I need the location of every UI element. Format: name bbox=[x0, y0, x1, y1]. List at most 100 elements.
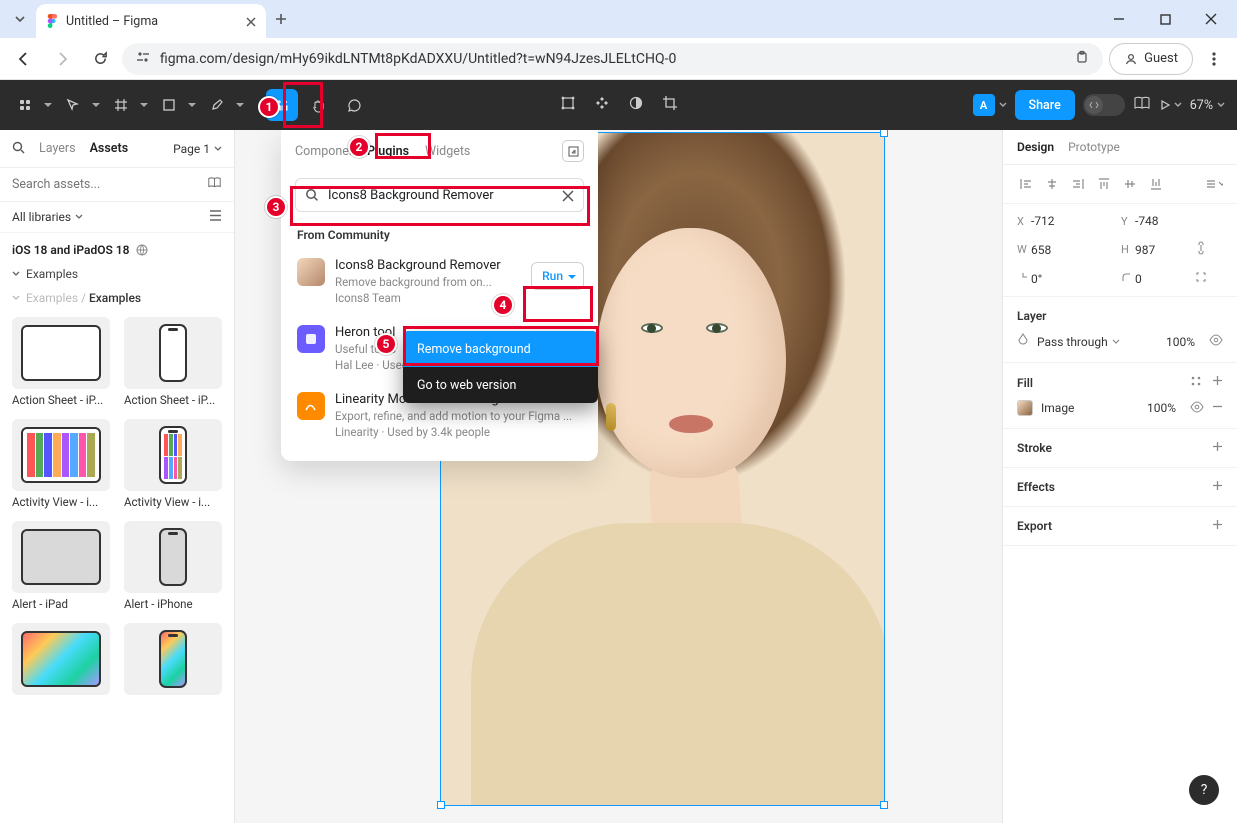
nav-forward-button[interactable] bbox=[46, 43, 78, 75]
asset-item[interactable]: Alert - iPad bbox=[12, 521, 110, 611]
component-icon[interactable] bbox=[594, 95, 610, 115]
address-bar[interactable]: figma.com/design/mHy69ikdLNTMt8pKdADXXU/… bbox=[122, 43, 1103, 75]
visibility-toggle[interactable] bbox=[1209, 334, 1223, 349]
main-menu-button[interactable] bbox=[12, 89, 56, 121]
resize-handle-br[interactable] bbox=[880, 801, 888, 809]
run-plugin-button[interactable]: Run bbox=[531, 262, 584, 290]
fill-style-icon[interactable] bbox=[1190, 375, 1202, 390]
comment-tool-button[interactable] bbox=[338, 89, 370, 121]
align-left-icon[interactable] bbox=[1017, 175, 1035, 193]
h-field[interactable]: 987 bbox=[1135, 243, 1195, 257]
tab-plugins[interactable]: Plugins bbox=[367, 144, 409, 159]
add-export-button[interactable] bbox=[1212, 519, 1223, 533]
resize-handle-bl[interactable] bbox=[437, 801, 445, 809]
asset-item[interactable]: Action Sheet - iP... bbox=[124, 317, 222, 407]
fill-swatch[interactable] bbox=[1017, 400, 1033, 416]
nav-reload-button[interactable] bbox=[84, 43, 116, 75]
libraries-dropdown[interactable]: All libraries bbox=[12, 210, 83, 224]
asset-item[interactable]: Activity View - i... bbox=[12, 419, 110, 509]
window-maximize-button[interactable] bbox=[1149, 3, 1181, 35]
add-fill-button[interactable] bbox=[1212, 375, 1223, 390]
section-expand[interactable]: Examples bbox=[0, 261, 234, 287]
blend-mode-icon[interactable] bbox=[1017, 333, 1029, 350]
design-tab[interactable]: Design bbox=[1017, 140, 1054, 154]
w-field[interactable]: 658 bbox=[1031, 243, 1091, 257]
avatar-dropdown-icon[interactable] bbox=[999, 101, 1007, 109]
window-minimize-button[interactable] bbox=[1103, 3, 1135, 35]
asset-item[interactable] bbox=[12, 623, 110, 699]
pen-tool-button[interactable] bbox=[204, 89, 248, 121]
list-view-icon[interactable] bbox=[209, 210, 222, 224]
align-vcenter-icon[interactable] bbox=[1121, 175, 1139, 193]
assets-tab[interactable]: Assets bbox=[90, 141, 129, 156]
nav-back-button[interactable] bbox=[8, 43, 40, 75]
mask-icon[interactable] bbox=[628, 95, 644, 115]
search-layers-icon[interactable] bbox=[12, 139, 25, 158]
fill-visibility-toggle[interactable] bbox=[1190, 401, 1204, 416]
layers-tab[interactable]: Layers bbox=[39, 141, 76, 156]
remove-fill-button[interactable] bbox=[1212, 401, 1223, 415]
add-effect-button[interactable] bbox=[1212, 480, 1223, 494]
menu-item-go-web[interactable]: Go to web version bbox=[403, 367, 598, 403]
rotation-field[interactable]: 0° bbox=[1031, 272, 1091, 286]
library-section[interactable]: iOS 18 and iPadOS 18 bbox=[0, 233, 234, 261]
clipboard-icon[interactable] bbox=[1075, 50, 1089, 67]
plugin-result-item[interactable]: Icons8 Background Remover Remove backgro… bbox=[281, 248, 598, 315]
distribute-icon[interactable] bbox=[1205, 175, 1223, 193]
align-right-icon[interactable] bbox=[1069, 175, 1087, 193]
fill-type-label[interactable]: Image bbox=[1041, 401, 1074, 415]
align-bottom-icon[interactable] bbox=[1147, 175, 1165, 193]
frame-tool-button[interactable] bbox=[108, 89, 152, 121]
asset-breadcrumb[interactable]: Examples / Examples bbox=[0, 287, 234, 313]
tab-dropdown-button[interactable] bbox=[4, 3, 36, 35]
shape-tool-button[interactable] bbox=[156, 89, 200, 121]
user-avatar[interactable]: A bbox=[973, 94, 995, 116]
new-tab-button[interactable] bbox=[266, 4, 296, 34]
profile-chip[interactable]: Guest bbox=[1109, 43, 1193, 75]
crop-icon[interactable] bbox=[662, 95, 678, 115]
assets-search-input[interactable] bbox=[12, 177, 199, 192]
browser-menu-button[interactable] bbox=[1199, 44, 1229, 74]
asset-item[interactable]: Activity View - i... bbox=[124, 419, 222, 509]
edit-object-icon[interactable] bbox=[560, 95, 576, 115]
site-settings-icon[interactable] bbox=[136, 50, 150, 67]
play-button[interactable] bbox=[1159, 99, 1182, 111]
x-field[interactable]: -712 bbox=[1031, 214, 1091, 228]
tab-close-button[interactable] bbox=[246, 12, 256, 31]
tab-widgets[interactable]: Widgets bbox=[425, 144, 470, 159]
align-top-icon[interactable] bbox=[1095, 175, 1113, 193]
page-selector[interactable]: Page 1 bbox=[173, 142, 222, 156]
layer-opacity-field[interactable]: 100% bbox=[1166, 335, 1195, 349]
canvas[interactable]: Components Plugins Widgets From Communit… bbox=[235, 130, 1002, 823]
asset-item[interactable]: Alert - iPhone bbox=[124, 521, 222, 611]
constrain-proportions-icon[interactable] bbox=[1195, 240, 1215, 259]
plugin-search-input[interactable] bbox=[295, 178, 584, 212]
resize-handle-tr[interactable] bbox=[880, 130, 888, 137]
corner-field[interactable]: 0 bbox=[1135, 272, 1195, 286]
move-tool-button[interactable] bbox=[60, 89, 104, 121]
asset-item[interactable] bbox=[124, 623, 222, 699]
popover-expand-icon[interactable] bbox=[562, 140, 584, 162]
independent-corners-icon[interactable] bbox=[1195, 271, 1215, 286]
prototype-tab[interactable]: Prototype bbox=[1068, 140, 1120, 154]
align-hcenter-icon[interactable] bbox=[1043, 175, 1061, 193]
zoom-control[interactable]: 67% bbox=[1190, 98, 1225, 113]
asset-item[interactable]: Action Sheet - iP... bbox=[12, 317, 110, 407]
share-button[interactable]: Share bbox=[1015, 90, 1075, 120]
tab-title: Untitled – Figma bbox=[66, 14, 238, 29]
menu-item-remove-background[interactable]: Remove background bbox=[403, 331, 598, 367]
y-field[interactable]: -748 bbox=[1135, 214, 1195, 228]
library-icon[interactable] bbox=[207, 176, 222, 193]
hand-tool-button[interactable] bbox=[302, 89, 334, 121]
tab-components[interactable]: Components bbox=[295, 144, 351, 159]
clear-search-button[interactable] bbox=[562, 187, 574, 206]
blend-mode-select[interactable]: Pass through bbox=[1037, 335, 1120, 349]
present-button[interactable] bbox=[1133, 95, 1151, 115]
dev-mode-toggle[interactable] bbox=[1083, 94, 1125, 116]
alignment-controls[interactable] bbox=[1003, 165, 1237, 204]
fill-opacity-field[interactable]: 100% bbox=[1147, 401, 1176, 415]
help-button[interactable]: ? bbox=[1189, 775, 1219, 805]
window-close-button[interactable] bbox=[1195, 3, 1227, 35]
add-stroke-button[interactable] bbox=[1212, 441, 1223, 455]
browser-tab[interactable]: Untitled – Figma bbox=[36, 4, 266, 38]
